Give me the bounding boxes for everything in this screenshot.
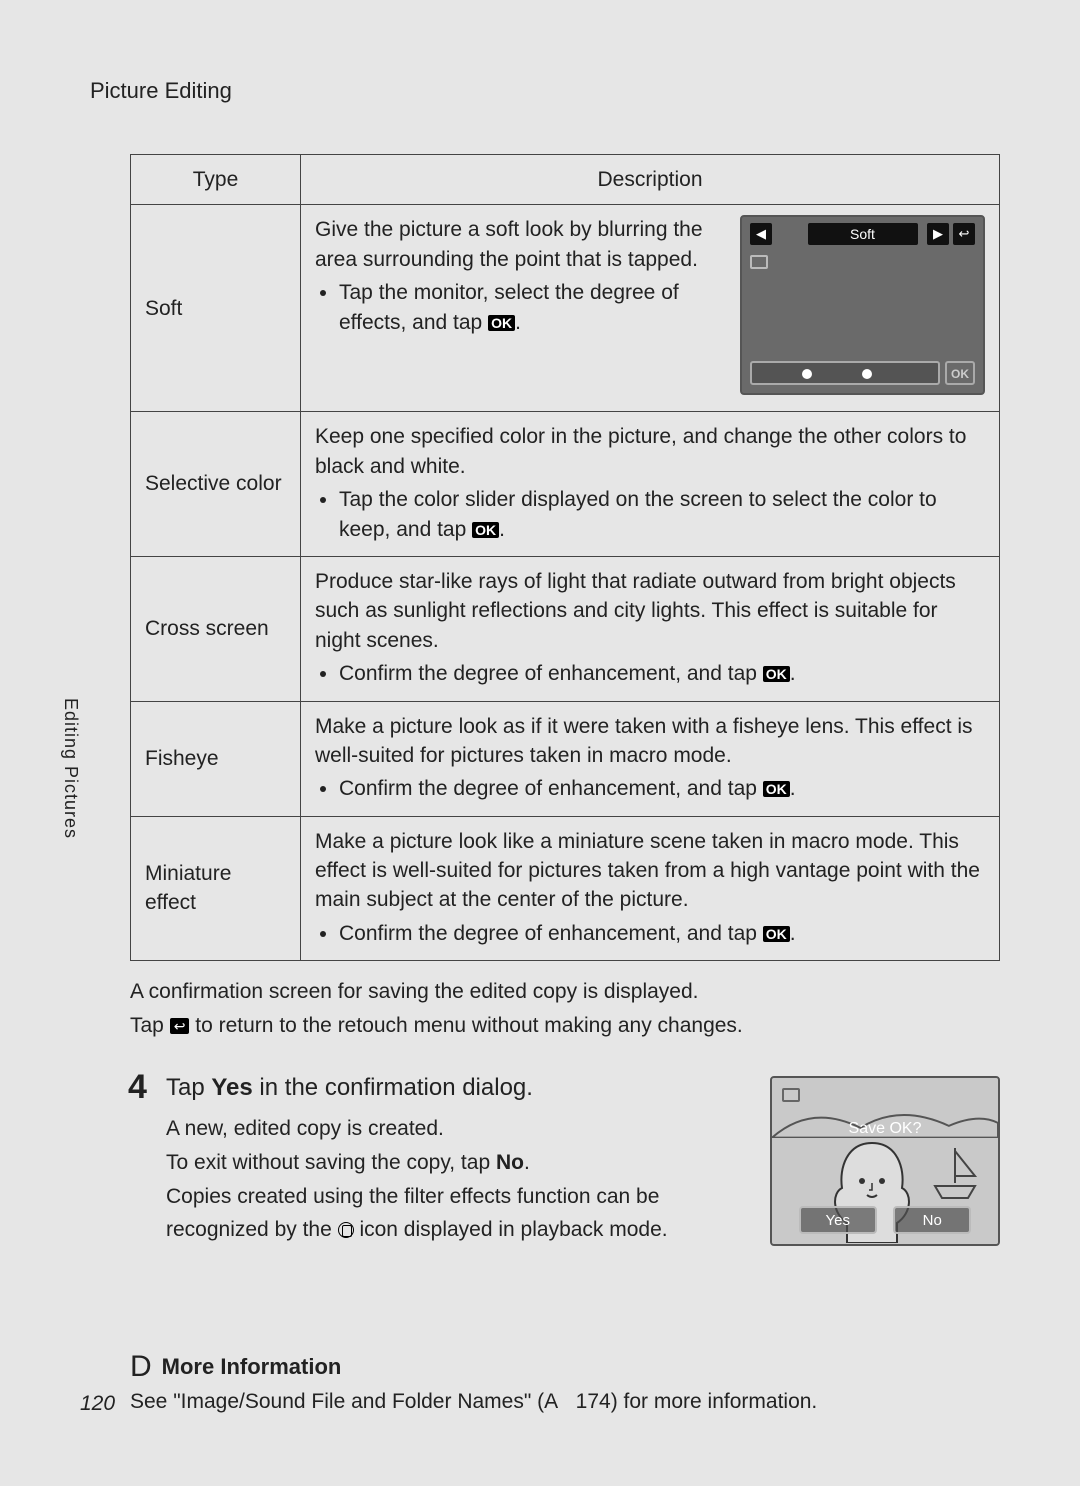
table-row: Fisheye Make a picture look as if it wer… <box>131 701 1000 816</box>
effects-table: Type Description Soft ◀ Soft ▶ ↩ <box>130 154 1000 961</box>
type-cell-selective: Selective color <box>131 412 301 557</box>
next-arrow-icon: ▶ <box>927 223 949 245</box>
soft-preview-thumbnail: ◀ Soft ▶ ↩ OK <box>740 215 985 395</box>
note-icon-letter: D <box>130 1350 152 1383</box>
boat-illustration <box>930 1148 980 1208</box>
ok-icon: OK <box>472 522 499 538</box>
degree-slider <box>750 361 940 385</box>
save-confirm-thumbnail: Save OK? Yes No <box>770 1076 1000 1246</box>
card-icon <box>782 1088 800 1102</box>
back-icon: ↩ <box>953 223 975 245</box>
step4-p1: A new, edited copy is created. <box>166 1112 726 1146</box>
section-header: Picture Editing <box>90 78 1020 104</box>
table-row: Soft ◀ Soft ▶ ↩ OK <box>131 205 1000 412</box>
selective-intro: Keep one specified color in the picture,… <box>315 422 985 481</box>
yes-button-preview: Yes <box>799 1206 877 1234</box>
cross-bullet: Confirm the degree of enhancement, and t… <box>339 659 985 688</box>
table-row: Selective color Keep one specified color… <box>131 412 1000 557</box>
card-icon <box>750 255 768 269</box>
type-cell-miniature: Miniature effect <box>131 816 301 961</box>
type-cell-soft: Soft <box>131 205 301 412</box>
fisheye-intro: Make a picture look as if it were taken … <box>315 712 985 771</box>
col-header-type: Type <box>131 155 301 205</box>
side-tab-label: Editing Pictures <box>60 698 81 839</box>
miniature-intro: Make a picture look like a miniature sce… <box>315 827 985 915</box>
ok-button-preview: OK <box>945 361 975 385</box>
below-table-text: A confirmation screen for saving the edi… <box>130 975 1000 1042</box>
col-header-description: Description <box>301 155 1000 205</box>
ok-icon: OK <box>763 666 790 682</box>
prev-arrow-icon: ◀ <box>750 223 772 245</box>
confirm-note: A confirmation screen for saving the edi… <box>130 975 1000 1009</box>
step-4: 4 Tap Yes in the confirmation dialog. A … <box>130 1074 1000 1246</box>
page-inner: Picture Editing Editing Pictures Type De… <box>60 78 1020 1454</box>
back-icon: ↩ <box>170 1018 190 1034</box>
fisheye-bullet: Confirm the degree of enhancement, and t… <box>339 774 985 803</box>
desc-cell-selective: Keep one specified color in the picture,… <box>301 412 1000 557</box>
desc-cell-fisheye: Make a picture look as if it were taken … <box>301 701 1000 816</box>
step-number: 4 <box>128 1068 147 1107</box>
ok-icon: OK <box>763 926 790 942</box>
more-info-text: See "Image/Sound File and Folder Names" … <box>130 1390 1000 1414</box>
table-row: Cross screen Produce star-like rays of l… <box>131 556 1000 701</box>
desc-cell-cross: Produce star-like rays of light that rad… <box>301 556 1000 701</box>
desc-cell-miniature: Make a picture look like a miniature sce… <box>301 816 1000 961</box>
table-row: Miniature effect Make a picture look lik… <box>131 816 1000 961</box>
page-number: 120 <box>80 1392 115 1416</box>
desc-cell-soft: ◀ Soft ▶ ↩ OK Give the picture a soft lo… <box>301 205 1000 412</box>
page: Picture Editing Editing Pictures Type De… <box>0 0 1080 1486</box>
ok-icon: OK <box>763 781 790 797</box>
step4-p3: Copies created using the filter effects … <box>166 1180 726 1247</box>
type-cell-fisheye: Fisheye <box>131 701 301 816</box>
miniature-bullet: Confirm the degree of enhancement, and t… <box>339 919 985 948</box>
type-cell-cross: Cross screen <box>131 556 301 701</box>
cross-intro: Produce star-like rays of light that rad… <box>315 567 985 655</box>
step-body: A new, edited copy is created. To exit w… <box>166 1112 726 1246</box>
step4-p2: To exit without saving the copy, tap No. <box>166 1146 726 1180</box>
filter-effect-icon <box>338 1222 354 1238</box>
ok-icon: OK <box>488 315 515 331</box>
selective-bullet: Tap the color slider displayed on the sc… <box>339 485 985 544</box>
back-note: Tap ↩ to return to the retouch menu with… <box>130 1009 1000 1043</box>
no-button-preview: No <box>893 1206 971 1234</box>
more-info-heading: DMore Information <box>130 1350 1000 1384</box>
soft-preview-title: Soft <box>808 223 918 245</box>
more-information: DMore Information See "Image/Sound File … <box>130 1350 1000 1414</box>
